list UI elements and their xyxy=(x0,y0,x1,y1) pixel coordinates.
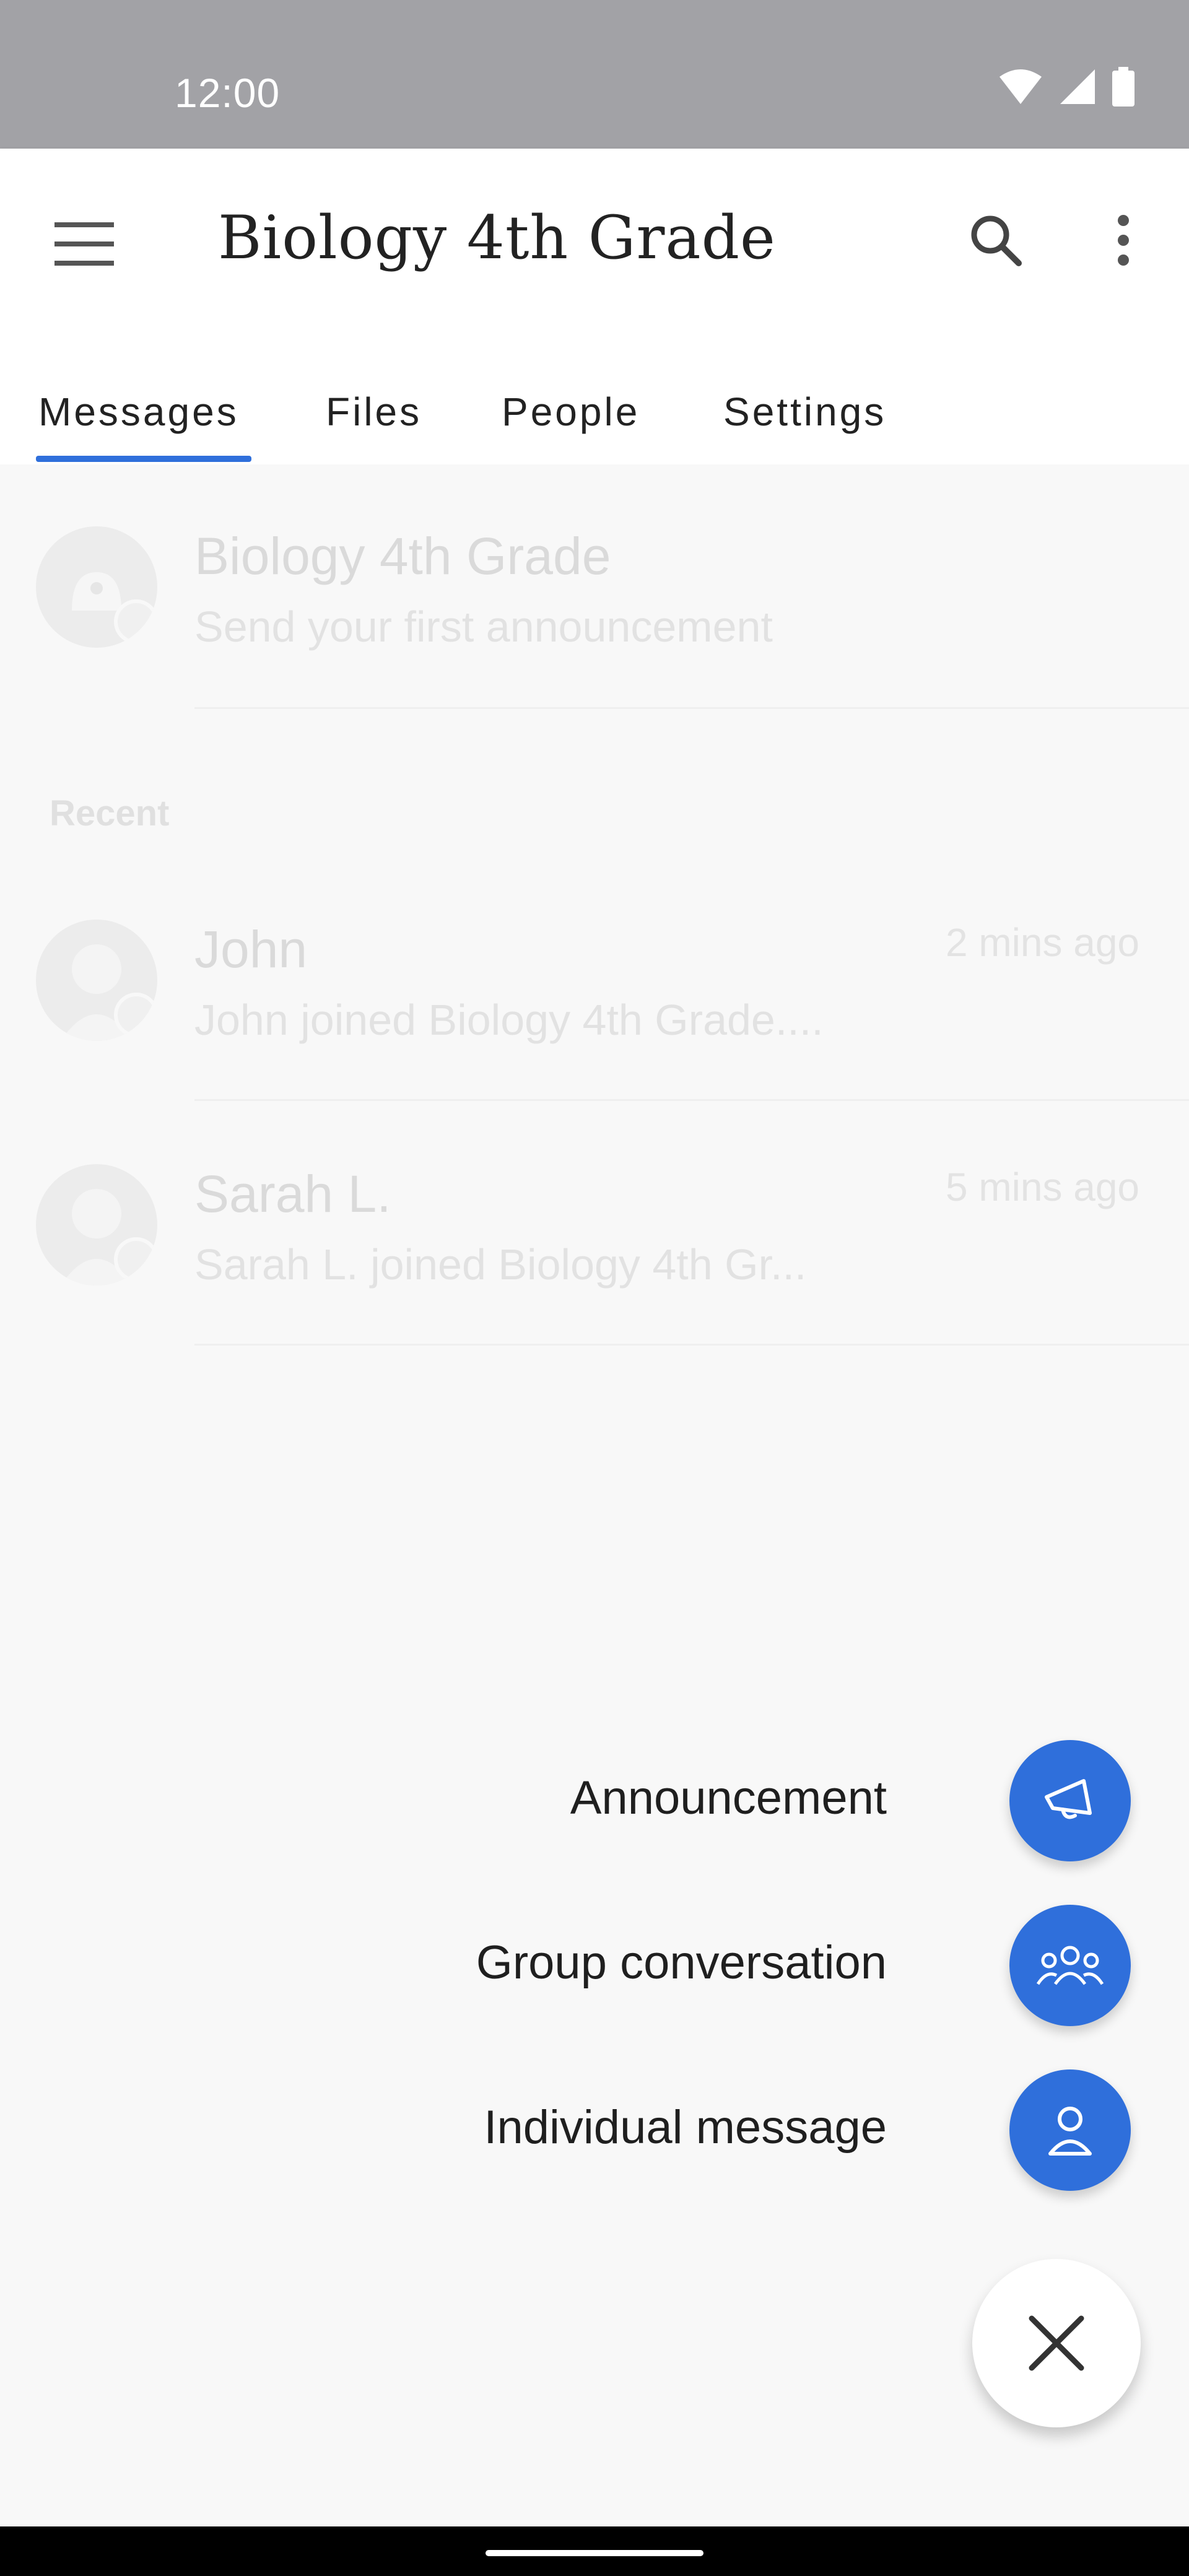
more-options-button[interactable] xyxy=(1089,206,1158,275)
chat-badge xyxy=(114,1237,157,1282)
divider xyxy=(194,1099,1189,1101)
list-item[interactable]: John 2 mins ago John joined Biology 4th … xyxy=(0,920,1189,1167)
fab-label-group[interactable]: Group conversation xyxy=(476,1936,887,1990)
avatar xyxy=(36,920,157,1041)
class-avatar xyxy=(36,526,157,648)
app-bar: Biology 4th Grade Messages Files People … xyxy=(0,149,1189,464)
row-subtitle: Send your first announcement xyxy=(194,603,773,651)
avatar xyxy=(36,1164,157,1286)
row-title: Sarah L. xyxy=(194,1165,391,1223)
person-icon xyxy=(1048,2107,1092,2156)
tab-settings[interactable]: Settings xyxy=(723,359,886,464)
list-item-announcement[interactable]: Biology 4th Grade Send your first announ… xyxy=(0,464,1189,712)
tab-messages[interactable]: Messages xyxy=(38,359,239,464)
megaphone-icon xyxy=(1045,1779,1092,1819)
row-title: John xyxy=(194,920,308,978)
chat-badge xyxy=(114,993,157,1037)
announcement-badge xyxy=(114,599,157,644)
row-timestamp: 2 mins ago xyxy=(945,920,1139,965)
status-bar: 12:00 xyxy=(0,0,1189,149)
search-icon xyxy=(971,215,1022,266)
close-icon xyxy=(1029,2315,1084,2371)
status-time: 12:00 xyxy=(175,70,281,116)
status-icons xyxy=(998,67,1135,107)
fab-label-announcement[interactable]: Announcement xyxy=(570,1771,887,1825)
row-timestamp: 5 mins ago xyxy=(945,1165,1139,1209)
page-title: Biology 4th Grade xyxy=(218,203,776,272)
divider xyxy=(194,707,1189,709)
hamburger-menu-icon xyxy=(54,222,114,266)
wifi-icon xyxy=(1000,69,1042,104)
group-conversation-fab[interactable] xyxy=(1009,1905,1131,2026)
active-tab-indicator xyxy=(36,456,251,462)
individual-message-fab[interactable] xyxy=(1009,2069,1131,2191)
home-gesture-handle[interactable] xyxy=(486,2550,703,2556)
group-icon xyxy=(1036,1946,1104,1985)
row-subtitle: John joined Biology 4th Grade.... xyxy=(194,996,824,1044)
announcement-fab[interactable] xyxy=(1009,1740,1131,1861)
list-item[interactable]: Sarah L. 5 mins ago Sarah L. joined Biol… xyxy=(0,1164,1189,1412)
signal-icon xyxy=(1060,69,1095,104)
message-list: Biology 4th Grade Send your first announ… xyxy=(0,464,1189,2526)
menu-button[interactable] xyxy=(50,209,119,279)
battery-icon xyxy=(1112,67,1135,107)
search-button[interactable] xyxy=(961,206,1030,275)
fab-label-individual[interactable]: Individual message xyxy=(484,2100,887,2154)
close-fab-button[interactable] xyxy=(972,2259,1141,2427)
section-label-recent: Recent xyxy=(50,793,170,833)
divider xyxy=(194,1344,1189,1346)
tab-bar: Messages Files People Settings xyxy=(0,359,1189,464)
tab-files[interactable]: Files xyxy=(326,359,422,464)
row-title: Biology 4th Grade xyxy=(194,527,611,585)
row-subtitle: Sarah L. joined Biology 4th Gr... xyxy=(194,1240,807,1289)
more-vertical-icon xyxy=(1118,215,1129,266)
tab-people[interactable]: People xyxy=(502,359,640,464)
